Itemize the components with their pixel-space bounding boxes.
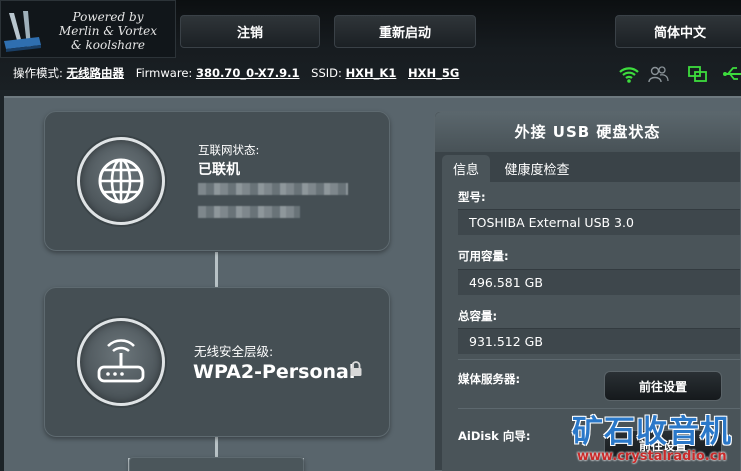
ssid-label: SSID: xyxy=(311,66,342,80)
mode-link[interactable]: 无线路由器 xyxy=(67,66,125,80)
router-icon-circle xyxy=(77,318,165,406)
top-header: Powered by Merlin & Vortex & koolshare 注… xyxy=(0,0,741,90)
brand-text: Powered by Merlin & Vortex & koolshare xyxy=(39,10,177,52)
panel-title: 外接 USB 硬盘状态 xyxy=(435,112,740,152)
available-capacity-value: 496.581 GB xyxy=(458,269,740,295)
globe-icon xyxy=(98,158,144,204)
wireless-status-card[interactable]: 无线安全层级: WPA2-Personal xyxy=(44,287,390,437)
lock-icon xyxy=(350,361,362,376)
brand-line-3: & koolshare xyxy=(71,38,145,52)
redacted-wan-ip xyxy=(198,183,348,195)
reboot-button[interactable]: 重新启动 xyxy=(334,15,476,48)
brand-line-1: Powered by xyxy=(72,10,144,24)
connector-line-top xyxy=(215,252,218,288)
globe-icon-circle xyxy=(77,137,165,225)
wifi-icon[interactable] xyxy=(618,64,640,84)
status-bar: 操作模式: 无线路由器 Firmware: 380.70_0-X7.9.1 SS… xyxy=(13,65,459,81)
tab-info[interactable]: 信息 xyxy=(442,155,490,182)
wireless-security-label: 无线安全层级: xyxy=(194,344,274,359)
ssid-link-2[interactable]: HXH_5G xyxy=(408,66,459,80)
brand-line-2: Merlin & Vortex xyxy=(58,24,158,38)
router-icon xyxy=(97,339,145,383)
internet-status-value: 已联机 xyxy=(198,162,240,178)
watermark-url: www.crystalradio.cn xyxy=(577,449,727,464)
divider xyxy=(458,359,740,360)
redacted-ddns xyxy=(198,206,300,218)
firmware-link[interactable]: 380.70_0-X7.9.1 xyxy=(196,66,300,80)
total-capacity-label: 总容量: xyxy=(458,309,498,323)
clients-card-stub[interactable] xyxy=(129,457,304,471)
aidisk-label: AiDisk 向导: xyxy=(458,429,531,443)
language-select[interactable]: 简体中文 xyxy=(615,15,741,48)
watermark-logo: 矿石收音机 xyxy=(572,414,732,450)
firmware-label: Firmware: xyxy=(135,66,193,80)
available-capacity-label: 可用容量: xyxy=(458,249,509,263)
wireless-security-value: WPA2-Personal xyxy=(193,361,356,383)
media-server-label: 媒体服务器: xyxy=(458,372,521,386)
mode-label: 操作模式: xyxy=(13,66,63,80)
tab-health-check[interactable]: 健康度检查 xyxy=(497,155,577,182)
network-icon[interactable] xyxy=(687,64,709,84)
media-server-goto-button[interactable]: 前往设置 xyxy=(604,371,722,401)
internet-status-label: 互联网状态: xyxy=(198,143,260,157)
model-value: TOSHIBA External USB 3.0 xyxy=(458,209,740,235)
ssid-link-1[interactable]: HXH_K1 xyxy=(346,66,397,80)
router-logo-icon xyxy=(4,11,41,52)
logout-button[interactable]: 注销 xyxy=(180,15,320,48)
model-label: 型号: xyxy=(458,190,486,204)
users-icon[interactable] xyxy=(647,64,669,84)
brand-logo[interactable]: Powered by Merlin & Vortex & koolshare xyxy=(0,0,176,58)
internet-status-card[interactable]: 互联网状态: 已联机 xyxy=(44,111,390,251)
usb-icon[interactable] xyxy=(722,64,741,84)
total-capacity-value: 931.512 GB xyxy=(458,328,740,354)
